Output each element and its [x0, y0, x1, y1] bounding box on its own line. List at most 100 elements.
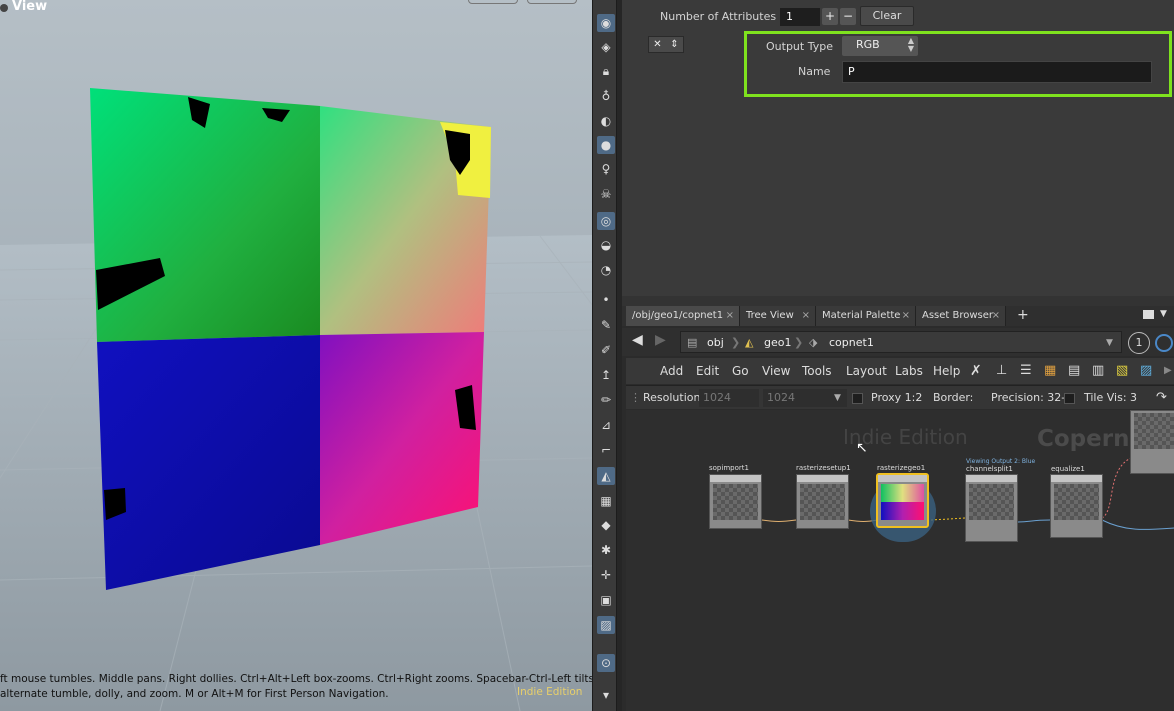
angle-icon[interactable]: ⌐ [597, 441, 615, 459]
image-icon[interactable]: ▨ [1140, 358, 1152, 384]
menu-go[interactable]: Go [732, 358, 749, 384]
breadcrumb-obj[interactable]: obj [707, 334, 724, 352]
ghost-icon[interactable]: ◈ [597, 38, 615, 56]
resolution-label: Resolution [643, 391, 701, 404]
more-arrow-icon[interactable]: ▶ [1164, 358, 1172, 384]
tree-icon[interactable]: ⊥ [996, 358, 1007, 384]
chevron-down-icon[interactable]: ▼ [834, 386, 841, 410]
grid-view-icon[interactable]: ▤ [1068, 358, 1080, 384]
shading-icon[interactable]: ◐ [597, 112, 615, 130]
node-viewing-note: Viewing Output 2: Blue [966, 458, 1036, 465]
background-image-icon[interactable]: ▨ [597, 616, 615, 634]
skull-icon[interactable]: ☠ [597, 185, 615, 203]
num-attributes-field[interactable]: 1 [780, 8, 820, 26]
move-entry-icon[interactable]: ⇕ [666, 37, 683, 52]
breadcrumb-cop[interactable]: copnet1 [829, 334, 874, 352]
menu-add[interactable]: Add [660, 358, 683, 384]
link-icon[interactable] [1155, 334, 1173, 352]
bug-icon[interactable]: ✱ [597, 541, 615, 559]
pane-splitter[interactable] [622, 296, 1174, 306]
scene-viewport[interactable]: View ft mouse tumbles. Middle pans. Righ… [0, 0, 592, 711]
transform-icon[interactable]: ✛ [597, 566, 615, 584]
node-label: sopimport1 [709, 464, 749, 472]
tab-tree-view[interactable]: Tree View × [740, 306, 816, 326]
network-menu-bar: Add Edit Go View Tools Layout Labs Help … [626, 358, 1174, 384]
chevron-down-icon[interactable]: ▼ [1106, 334, 1113, 352]
remove-attribute-button[interactable]: − [840, 8, 856, 25]
back-arrow-icon[interactable]: ◀ [632, 332, 643, 348]
name-field[interactable]: P [842, 61, 1152, 83]
grid-icon[interactable]: ▦ [597, 492, 615, 510]
menu-labs[interactable]: Labs [895, 358, 923, 384]
add-tab-icon[interactable]: + [1017, 306, 1029, 324]
proxy-label: Proxy 1:2 [871, 391, 923, 404]
resolution-x-field[interactable]: 1024 [699, 389, 759, 407]
tilevis-checkbox[interactable] [1064, 393, 1075, 404]
wrench-icon[interactable]: ✗ [970, 358, 982, 384]
display-options-icon[interactable]: ◉ [597, 14, 615, 32]
close-icon[interactable]: × [992, 306, 1000, 325]
proxy-checkbox[interactable] [852, 393, 863, 404]
add-attribute-button[interactable]: + [822, 8, 838, 25]
node-wires [761, 457, 1174, 530]
eye-icon[interactable]: ◒ [597, 236, 615, 254]
network-editor[interactable]: Indie Edition Copernicus ↖ sopimport1 ra… [626, 410, 1174, 711]
viewport-toolbar: ◉ ◈ 🔒︎ ♁ ◐ ● ♀ ☠ ◎ ◒ ◔ • ✎ ✐ ↥ ✏ ⊿ ⌐ ◭ ▦… [592, 0, 617, 711]
node-rasterizesetup[interactable] [796, 474, 849, 529]
forward-arrow-icon[interactable]: ▶ [655, 332, 666, 348]
expand-down-icon[interactable]: ▾ [597, 686, 615, 704]
node-rasterizegeo[interactable] [876, 473, 929, 528]
tile-icon[interactable]: ▥ [1092, 358, 1104, 384]
snap-icon[interactable]: ◔ [597, 261, 615, 279]
color-palette-icon[interactable]: ▦ [1044, 358, 1056, 384]
menu-edit[interactable]: Edit [696, 358, 719, 384]
breadcrumb-geo[interactable]: geo1 [764, 334, 791, 352]
bulb-icon[interactable]: ♀ [597, 160, 615, 178]
wedge-icon[interactable]: ◭ [597, 467, 615, 485]
node-label: equalize1 [1051, 465, 1085, 473]
network-icon: ▤ [687, 336, 698, 349]
stepper-arrows-icon: ▲ ▼ [907, 36, 914, 53]
location-icon[interactable]: ⊙ [597, 654, 615, 672]
close-icon[interactable]: × [902, 306, 910, 325]
menu-view[interactable]: View [762, 358, 790, 384]
brush-icon[interactable]: ✎ [597, 316, 615, 334]
sticky-note-icon[interactable]: ▧ [1116, 358, 1128, 384]
paint-icon[interactable]: ✏ [597, 391, 615, 409]
node-sopimport[interactable] [709, 474, 762, 529]
pen-icon[interactable]: ✐ [597, 341, 615, 359]
chevron-down-icon[interactable]: ▼ [1160, 309, 1167, 319]
light-icon[interactable]: ♁ [597, 87, 615, 105]
node-equalize[interactable] [1050, 474, 1103, 538]
menu-tools[interactable]: Tools [802, 358, 832, 384]
tilevis-label: Tile Vis: 3 [1084, 391, 1138, 404]
point-icon[interactable]: • [597, 291, 615, 309]
ruler-icon[interactable]: ⊿ [597, 416, 615, 434]
menu-layout[interactable]: Layout [846, 358, 887, 384]
measure-icon[interactable]: ↥ [597, 366, 615, 384]
tab-label: Asset Browser [922, 310, 994, 321]
breadcrumb: ▤ obj ❯ ◭ geo1 ❯ ⬗ copnet1 ▼ [680, 331, 1122, 353]
tab-asset-browser[interactable]: Asset Browser × [916, 306, 1006, 326]
remove-entry-icon[interactable]: ✕ [649, 37, 666, 52]
precision-label[interactable]: Precision: 32- [991, 386, 1065, 410]
close-icon[interactable]: × [802, 306, 810, 325]
menu-help[interactable]: Help [933, 358, 960, 384]
close-icon[interactable]: × [726, 306, 734, 325]
output-type-select[interactable]: RGB ▲ ▼ [842, 36, 918, 56]
pane-menu-icon[interactable] [1143, 310, 1154, 319]
list-icon[interactable]: ☰ [1020, 358, 1032, 384]
camera-icon[interactable]: ◎ [597, 212, 615, 230]
pin-badge[interactable]: 1 [1128, 332, 1150, 354]
num-attributes-label: Number of Attributes [660, 10, 777, 23]
node-partial[interactable] [1130, 410, 1174, 474]
refresh-icon[interactable]: ↷ [1156, 386, 1167, 410]
frame-icon[interactable]: ▣ [597, 591, 615, 609]
node-channelsplit[interactable] [965, 474, 1018, 542]
tab-material-palette[interactable]: Material Palette × [816, 306, 916, 326]
lock-icon[interactable]: 🔒︎ [597, 62, 615, 80]
clear-button[interactable]: Clear [860, 6, 914, 26]
cube-icon[interactable]: ◆ [597, 516, 615, 534]
headlight-icon[interactable]: ● [597, 136, 615, 154]
tab-copnet[interactable]: /obj/geo1/copnet1 × [626, 306, 740, 326]
